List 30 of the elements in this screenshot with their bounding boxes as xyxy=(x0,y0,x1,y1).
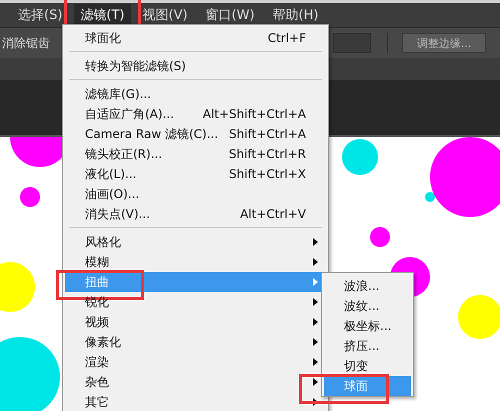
menu-item[interactable]: 极坐标... xyxy=(324,316,411,336)
menu-item[interactable]: 自适应广角(A)... Alt+Shift+Ctrl+A xyxy=(65,104,326,124)
submenu-arrow-icon xyxy=(313,258,318,266)
menu-item[interactable]: 挤压... xyxy=(324,336,411,356)
menu-item[interactable]: Camera Raw 滤镜(C)... Shift+Ctrl+A xyxy=(65,124,326,144)
menu-item[interactable]: 波纹... xyxy=(324,296,411,316)
refine-edge-button[interactable]: 调整边缘... xyxy=(402,33,486,54)
menu-item[interactable]: 消失点(V)... Alt+Ctrl+V xyxy=(65,204,326,224)
submenu-arrow-icon xyxy=(313,238,318,246)
menu-item[interactable]: 模糊 xyxy=(65,252,326,272)
submenu-arrow-icon xyxy=(313,358,318,366)
option-label: 消除锯齿 xyxy=(2,34,50,52)
menu-item[interactable]: 液化(L)... Shift+Ctrl+X xyxy=(65,164,326,184)
submenu-arrow-icon xyxy=(313,338,318,346)
value-field[interactable] xyxy=(333,33,371,54)
menu-item[interactable]: 滤镜库(G)... xyxy=(65,84,326,104)
menu-title[interactable]: 帮助(H) xyxy=(266,4,324,28)
submenu-arrow-icon xyxy=(313,278,318,286)
menu-item[interactable]: 镜头校正(R)... Shift+Ctrl+R xyxy=(65,144,326,164)
menu-item[interactable]: 切变 xyxy=(324,356,411,376)
menu-item[interactable]: 球面化 Ctrl+F xyxy=(65,28,326,48)
submenu-arrow-icon xyxy=(313,318,318,326)
submenu-arrow-icon xyxy=(313,298,318,306)
submenu-arrow-icon xyxy=(313,378,318,386)
menu-title[interactable]: 选择(S) xyxy=(12,4,68,28)
menu-title[interactable]: 窗口(W) xyxy=(200,4,261,28)
menu-item[interactable]: 油画(O)... xyxy=(65,184,326,204)
menu-item[interactable]: 波浪... xyxy=(324,276,411,296)
menu-title[interactable]: 视图(V) xyxy=(136,4,194,28)
menu-item[interactable]: 风格化 xyxy=(65,232,326,252)
